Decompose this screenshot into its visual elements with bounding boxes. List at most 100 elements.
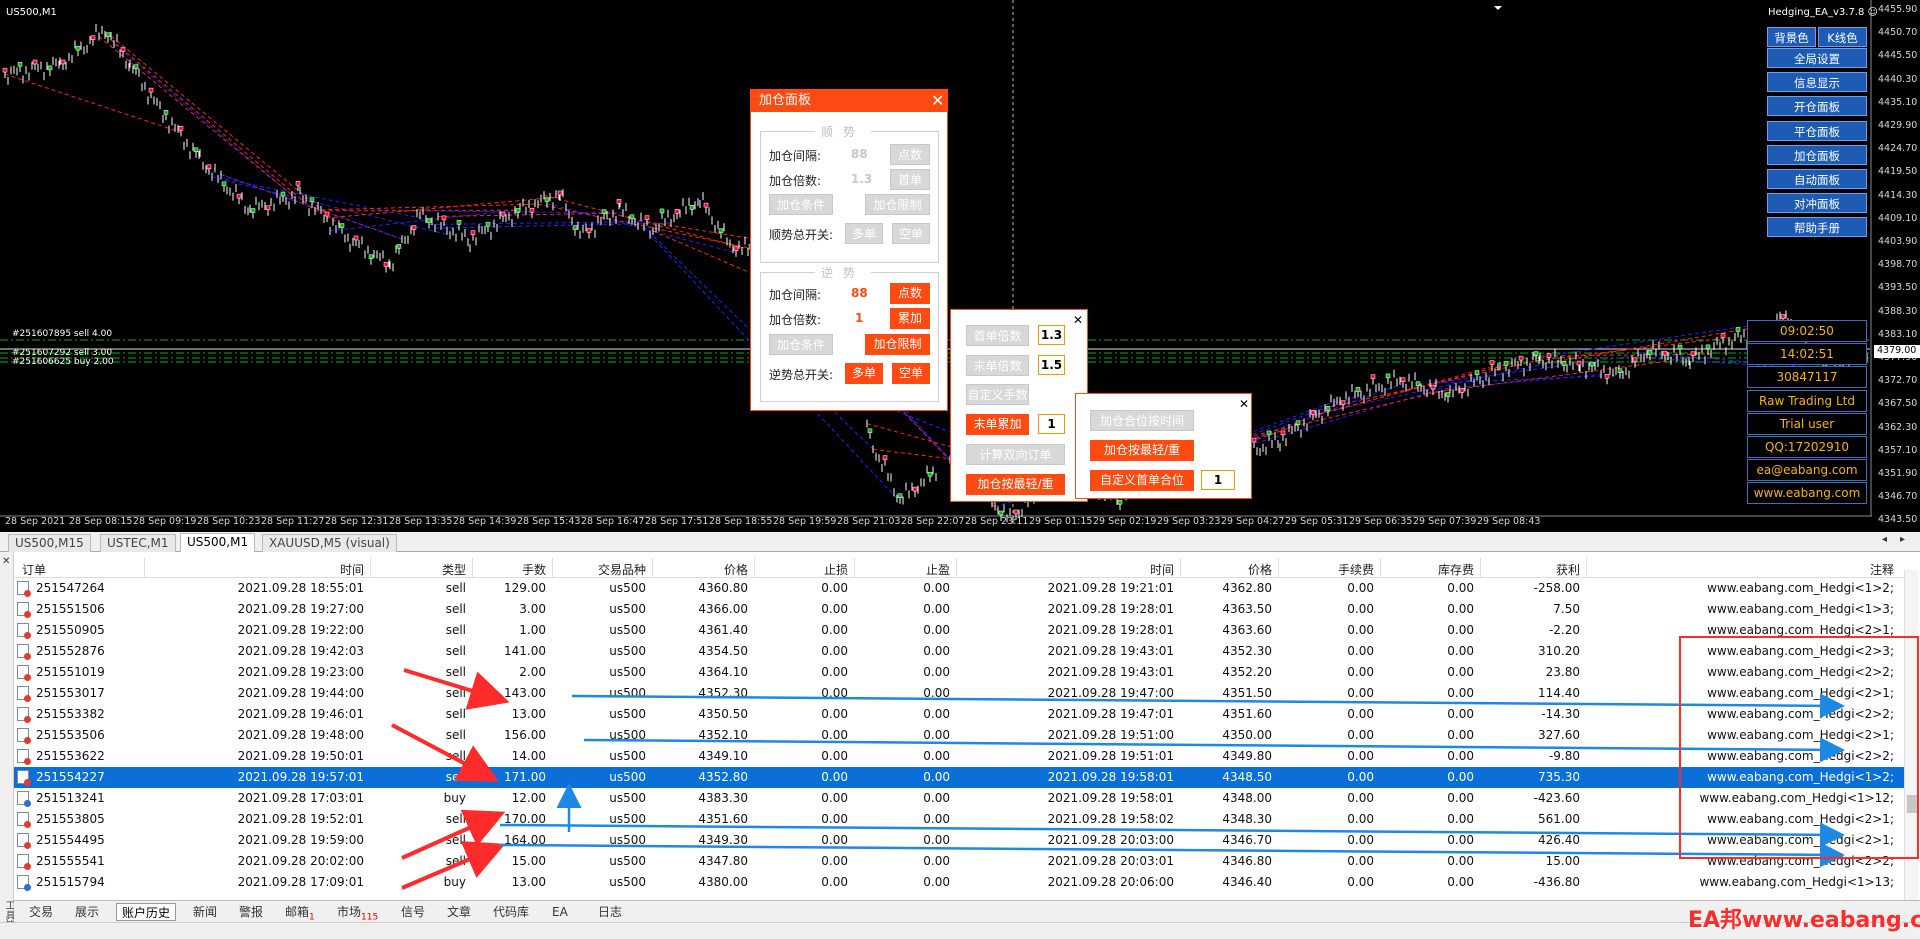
- trend-short-button[interactable]: 空单: [892, 223, 930, 244]
- tab-us500-m15[interactable]: US500,M15: [8, 534, 91, 552]
- custom-lots-button[interactable]: 自定义手数: [966, 384, 1029, 405]
- table-row[interactable]: 251553382 2021.09.28 19:46:01 sell 13.00 us5…: [14, 704, 1904, 725]
- merge-by-light-heavy-button[interactable]: 加仓按最轻/重: [1090, 440, 1194, 461]
- column-header[interactable]: 价格: [724, 561, 748, 578]
- column-divider[interactable]: [652, 558, 653, 578]
- terminal-tab[interactable]: 邮箱1: [280, 903, 320, 922]
- column-header[interactable]: 时间: [340, 561, 364, 578]
- terminal-tab[interactable]: 交易: [24, 903, 58, 921]
- column-header[interactable]: 止损: [824, 561, 848, 578]
- close-icon[interactable]: ✕: [1239, 396, 1249, 412]
- column-header[interactable]: 获利: [1556, 561, 1580, 578]
- column-header[interactable]: 手数: [522, 561, 546, 578]
- column-divider[interactable]: [1278, 558, 1279, 578]
- table-row[interactable]: 251513241 2021.09.28 17:03:01 buy 12.00 us50…: [14, 788, 1904, 809]
- tabs-scroll-right-icon[interactable]: ▸: [1900, 534, 1905, 545]
- counter-accumulate-button[interactable]: 累加: [890, 308, 930, 329]
- table-row[interactable]: 251553622 2021.09.28 19:50:01 sell 14.00 us5…: [14, 746, 1904, 767]
- terminal-tab[interactable]: 市场115: [332, 903, 383, 922]
- column-divider[interactable]: [854, 558, 855, 578]
- table-row[interactable]: 251550905 2021.09.28 19:22:00 sell 1.00 us50…: [14, 620, 1904, 641]
- column-header[interactable]: 库存费: [1438, 561, 1474, 578]
- terminal-tab[interactable]: 展示: [70, 903, 104, 921]
- table-scrollbar[interactable]: [1904, 570, 1918, 900]
- merge-by-time-button[interactable]: 加仓合位按时间: [1090, 410, 1194, 431]
- column-divider[interactable]: [1480, 558, 1481, 578]
- ea-menu-button[interactable]: 自动面板: [1767, 169, 1867, 189]
- column-header[interactable]: 价格: [1248, 561, 1272, 578]
- counter-condition-button[interactable]: 加仓条件: [769, 334, 833, 355]
- ea-menu-button[interactable]: 平仓面板: [1767, 120, 1867, 141]
- table-row[interactable]: 251554495 2021.09.28 19:59:00 sell 164.00 us…: [14, 830, 1904, 851]
- column-header[interactable]: 交易品种: [598, 561, 646, 578]
- table-row[interactable]: 251553506 2021.09.28 19:48:00 sell 156.00 us…: [14, 725, 1904, 746]
- column-header[interactable]: 时间: [1150, 561, 1174, 578]
- terminal-tab[interactable]: EA: [547, 903, 573, 921]
- bg-color-button[interactable]: 背景色: [1767, 27, 1816, 47]
- last-multiplier-button[interactable]: 末单倍数: [966, 355, 1029, 376]
- tab-ustec-m1[interactable]: USTEC,M1: [100, 534, 176, 552]
- table-row[interactable]: 251555541 2021.09.28 20:02:00 sell 15.00 us5…: [14, 851, 1904, 872]
- column-header[interactable]: 类型: [442, 561, 466, 578]
- ea-menu-button[interactable]: 开仓面板: [1767, 96, 1867, 117]
- terminal-tab[interactable]: 账户历史: [116, 903, 177, 921]
- tabs-scroll-left-icon[interactable]: ◂: [1882, 534, 1887, 545]
- table-row[interactable]: 251553805 2021.09.28 19:52:01 sell 170.00 us…: [14, 809, 1904, 830]
- close-icon[interactable]: ✕: [1073, 312, 1083, 328]
- ea-menu-button[interactable]: 加仓面板: [1767, 144, 1867, 165]
- column-header[interactable]: 止盈: [926, 561, 950, 578]
- terminal-tab[interactable]: 新闻: [188, 903, 222, 921]
- column-header[interactable]: 注释: [1870, 561, 1894, 578]
- trend-multiplier-value[interactable]: 1.3: [851, 172, 872, 186]
- trend-condition-button[interactable]: 加仓条件: [769, 194, 833, 215]
- terminal-tab[interactable]: 代码库: [488, 903, 534, 921]
- last-accumulate-button[interactable]: 末单累加: [966, 414, 1029, 435]
- ea-menu-button[interactable]: 全局设置: [1767, 48, 1867, 68]
- column-divider[interactable]: [472, 558, 473, 578]
- ea-menu-button[interactable]: 帮助手册: [1767, 217, 1867, 238]
- terminal-tab[interactable]: 文章: [442, 903, 476, 921]
- tab-xauusd-m5[interactable]: XAUUSD,M5 (visual): [262, 534, 397, 552]
- table-row[interactable]: 251552876 2021.09.28 19:42:03 sell 141.00 us…: [14, 641, 1904, 662]
- column-divider[interactable]: [1586, 558, 1587, 578]
- trend-interval-value[interactable]: 88: [851, 147, 868, 161]
- table-row[interactable]: 251515794 2021.09.28 17:09:01 buy 13.00 us50…: [14, 872, 1904, 893]
- counter-long-button[interactable]: 多单: [845, 363, 883, 384]
- counter-limit-button[interactable]: 加仓限制: [865, 334, 930, 355]
- table-row[interactable]: 251547264 2021.09.28 18:55:01 sell 129.00 us…: [14, 578, 1904, 599]
- ea-menu-button[interactable]: 对冲面板: [1767, 193, 1867, 214]
- column-divider[interactable]: [144, 558, 145, 578]
- scrollbar-thumb[interactable]: [1907, 795, 1917, 813]
- column-divider[interactable]: [1380, 558, 1381, 578]
- custom-first-merge-value[interactable]: 1: [1201, 470, 1235, 490]
- terminal-tab[interactable]: 警报: [234, 903, 268, 921]
- column-header[interactable]: 手续费: [1338, 561, 1374, 578]
- close-icon[interactable]: ✕: [2, 556, 10, 567]
- counter-short-button[interactable]: 空单: [892, 363, 930, 384]
- terminal-tab[interactable]: 信号: [396, 903, 430, 921]
- column-divider[interactable]: [1180, 558, 1181, 578]
- first-multiplier-button[interactable]: 首单倍数: [966, 325, 1029, 346]
- column-divider[interactable]: [754, 558, 755, 578]
- last-multiplier-value[interactable]: 1.5: [1038, 355, 1065, 375]
- trend-long-button[interactable]: 多单: [845, 223, 883, 244]
- first-multiplier-value[interactable]: 1.3: [1038, 325, 1065, 345]
- trend-limit-button[interactable]: 加仓限制: [865, 194, 930, 215]
- table-row[interactable]: 251553017 2021.09.28 19:44:00 sell 143.00 us…: [14, 683, 1904, 704]
- column-header[interactable]: 订单: [22, 561, 46, 578]
- custom-first-merge-button[interactable]: 自定义首单合位: [1090, 470, 1194, 491]
- column-divider[interactable]: [956, 558, 957, 578]
- trend-first-order-button[interactable]: 首单: [890, 169, 930, 190]
- trend-points-button[interactable]: 点数: [890, 144, 930, 165]
- counter-multiplier-value[interactable]: 1: [855, 311, 863, 325]
- last-accumulate-value[interactable]: 1: [1038, 414, 1065, 434]
- column-divider[interactable]: [552, 558, 553, 578]
- counter-interval-value[interactable]: 88: [851, 286, 868, 300]
- kline-color-button[interactable]: K线色: [1818, 27, 1867, 47]
- by-light-heavy-button[interactable]: 加仓按最轻/重: [966, 474, 1065, 495]
- close-icon[interactable]: ✕: [931, 93, 944, 109]
- counter-points-button[interactable]: 点数: [890, 283, 930, 304]
- terminal-tab[interactable]: 日志: [593, 903, 627, 921]
- tab-us500-m1[interactable]: US500,M1: [180, 533, 256, 552]
- table-row[interactable]: 251551019 2021.09.28 19:23:00 sell 2.00 us50…: [14, 662, 1904, 683]
